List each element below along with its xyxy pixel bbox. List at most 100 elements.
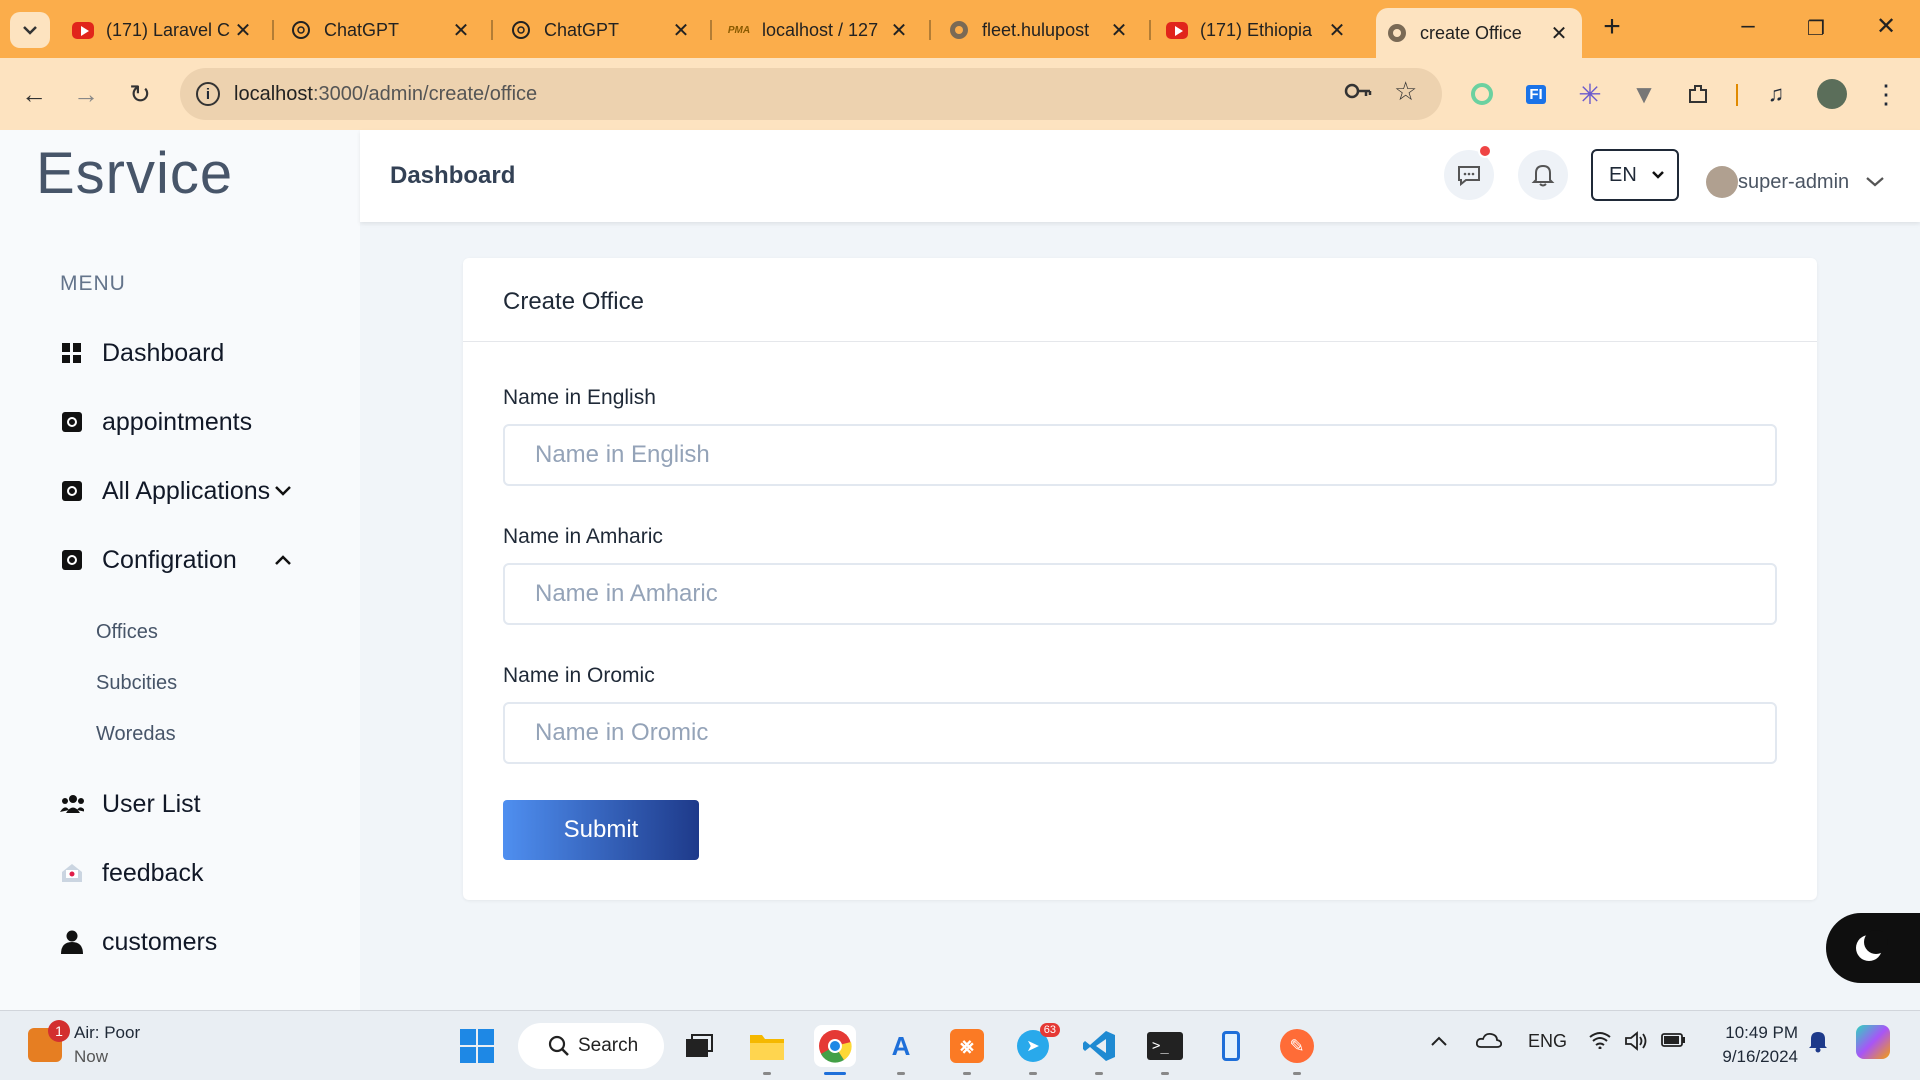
close-window-icon[interactable]: ✕	[1866, 12, 1906, 41]
clock-date: 9/16/2024	[1722, 1047, 1798, 1066]
extension-v-icon[interactable]: ▼	[1626, 76, 1662, 112]
running-indicator	[1293, 1072, 1301, 1075]
sidebar-item-feedback[interactable]: feedback	[60, 853, 203, 893]
close-tab-icon[interactable]: ✕	[1548, 21, 1570, 46]
sidebar-item-label: feedback	[102, 858, 204, 887]
tab-list-button[interactable]	[10, 12, 50, 48]
appointments-icon	[60, 410, 84, 434]
close-tab-icon[interactable]: ✕	[1326, 18, 1348, 43]
wifi-icon[interactable]	[1588, 1031, 1612, 1054]
vscode-icon[interactable]	[1078, 1025, 1120, 1075]
avatar	[1706, 166, 1738, 198]
app-logo[interactable]: Esrvice	[36, 140, 233, 207]
address-bar[interactable]: i localhost:3000/admin/create/office ☆	[180, 68, 1442, 120]
sidebar-item-configration[interactable]: Configration	[60, 540, 300, 580]
start-icon[interactable]	[456, 1025, 498, 1067]
restore-icon[interactable]: ❐	[1796, 16, 1836, 41]
browser-menu-icon[interactable]: ⋮	[1868, 76, 1904, 112]
sidebar-subitem-offices[interactable]: Offices	[96, 621, 158, 644]
tab-6-active[interactable]: create Office ✕	[1376, 8, 1582, 58]
sidebar-subitem-subcities[interactable]: Subcities	[96, 672, 177, 695]
close-tab-icon[interactable]: ✕	[450, 18, 472, 43]
phone-link-icon[interactable]	[1210, 1025, 1252, 1067]
tab-0[interactable]: (171) Laravel C ✕	[72, 10, 254, 50]
tab-title: create Office	[1420, 22, 1522, 43]
tab-separator	[272, 20, 274, 40]
sidebar-item-customers[interactable]: customers	[60, 922, 217, 962]
tab-4[interactable]: fleet.hulupost ✕	[948, 10, 1130, 50]
postman-icon[interactable]: ✎	[1276, 1025, 1318, 1075]
site-info-icon[interactable]: i	[196, 82, 220, 106]
tab-1[interactable]: ChatGPT ✕	[290, 10, 472, 50]
name-amharic-input[interactable]	[503, 563, 1777, 625]
user-menu[interactable]: super-admin	[1706, 166, 1885, 198]
app-store-icon[interactable]: A	[880, 1025, 922, 1075]
sidebar-item-label: User List	[102, 789, 201, 818]
back-icon[interactable]: ←	[14, 74, 54, 114]
name-oromic-label: Name in Oromic	[503, 664, 655, 687]
sidebar-item-all-applications[interactable]: All Applications	[60, 471, 300, 511]
messages-button[interactable]	[1444, 144, 1494, 200]
running-indicator	[1095, 1072, 1103, 1075]
running-indicator	[763, 1072, 771, 1075]
close-tab-icon[interactable]: ✕	[670, 18, 692, 43]
tab-title: (171) Laravel C	[106, 19, 231, 40]
chevron-down-icon	[274, 480, 292, 503]
password-key-icon[interactable]	[1344, 80, 1372, 108]
copilot-icon[interactable]	[1856, 1025, 1890, 1059]
chat-icon	[1458, 166, 1480, 187]
close-tab-icon[interactable]: ✕	[888, 18, 910, 43]
sidebar-item-dashboard[interactable]: Dashboard	[60, 333, 224, 373]
chrome-icon[interactable]	[814, 1025, 856, 1075]
file-explorer-icon[interactable]	[746, 1025, 788, 1075]
system-clock[interactable]: 10:49 PM 9/16/2024	[1712, 1021, 1798, 1069]
page-title: Dashboard	[390, 162, 516, 189]
input-language[interactable]: ENG	[1528, 1031, 1567, 1052]
media-control-icon[interactable]: ♫	[1758, 76, 1794, 112]
name-oromic-input[interactable]	[503, 702, 1777, 764]
url-text: localhost:3000/admin/create/office	[234, 82, 538, 105]
tab-title: (171) Ethiopia	[1200, 19, 1313, 40]
notification-bell-icon[interactable]	[1808, 1029, 1828, 1058]
profile-avatar-icon[interactable]	[1814, 76, 1850, 112]
tab-2[interactable]: ChatGPT ✕	[510, 10, 692, 50]
theme-toggle-button[interactable]	[1826, 913, 1920, 983]
user-name: super-admin	[1738, 170, 1850, 193]
taskbar-search[interactable]: Search	[518, 1023, 664, 1069]
telegram-icon[interactable]: ➤ 63	[1012, 1023, 1060, 1075]
bookmark-star-icon[interactable]: ☆	[1394, 76, 1417, 107]
xampp-icon[interactable]: ⨳	[946, 1025, 988, 1075]
tab-3[interactable]: PMA localhost / 127 ✕	[728, 10, 910, 50]
task-view-icon[interactable]	[678, 1025, 720, 1067]
language-select[interactable]: EN	[1591, 149, 1679, 201]
sidebar-item-user-list[interactable]: User List	[60, 784, 201, 824]
sidebar-item-label: Dashboard	[102, 338, 225, 367]
extension-circle-icon[interactable]	[1464, 76, 1500, 112]
onedrive-cloud-icon[interactable]	[1475, 1031, 1503, 1054]
notifications-button[interactable]	[1518, 150, 1568, 200]
sidebar-item-appointments[interactable]: appointments	[60, 402, 252, 442]
tab-5[interactable]: (171) Ethiopia ✕	[1166, 10, 1348, 50]
forward-icon[interactable]: →	[66, 74, 106, 114]
volume-icon[interactable]	[1624, 1031, 1650, 1056]
weather-widget[interactable]: 1 Air: Poor Now	[28, 1020, 140, 1069]
sidebar-subitem-woredas[interactable]: Woredas	[96, 723, 176, 746]
minimize-icon[interactable]: –	[1728, 12, 1768, 40]
reload-icon[interactable]: ↻	[120, 74, 160, 114]
taskbar: 1 Air: Poor Now Search A ⨳ ➤ 63 >_ ✎ ENG…	[0, 1010, 1920, 1080]
air-quality-icon: 1	[28, 1020, 70, 1062]
notification-dot	[1478, 144, 1492, 158]
tab-title: ChatGPT	[324, 19, 400, 40]
submit-button[interactable]: Submit	[503, 800, 699, 860]
new-tab-button[interactable]: +	[1592, 10, 1632, 44]
close-tab-icon[interactable]: ✕	[232, 18, 254, 43]
extension-fi-icon[interactable]: FI	[1518, 76, 1554, 112]
close-tab-icon[interactable]: ✕	[1108, 18, 1130, 43]
battery-icon[interactable]	[1660, 1031, 1688, 1054]
extension-asterisk-icon[interactable]: ✳	[1572, 76, 1608, 112]
extensions-puzzle-icon[interactable]	[1680, 76, 1716, 112]
name-english-input[interactable]	[503, 424, 1777, 486]
terminal-icon[interactable]: >_	[1144, 1025, 1186, 1075]
tray-overflow-chevron-icon[interactable]	[1430, 1031, 1448, 1052]
configuration-icon	[60, 548, 84, 572]
